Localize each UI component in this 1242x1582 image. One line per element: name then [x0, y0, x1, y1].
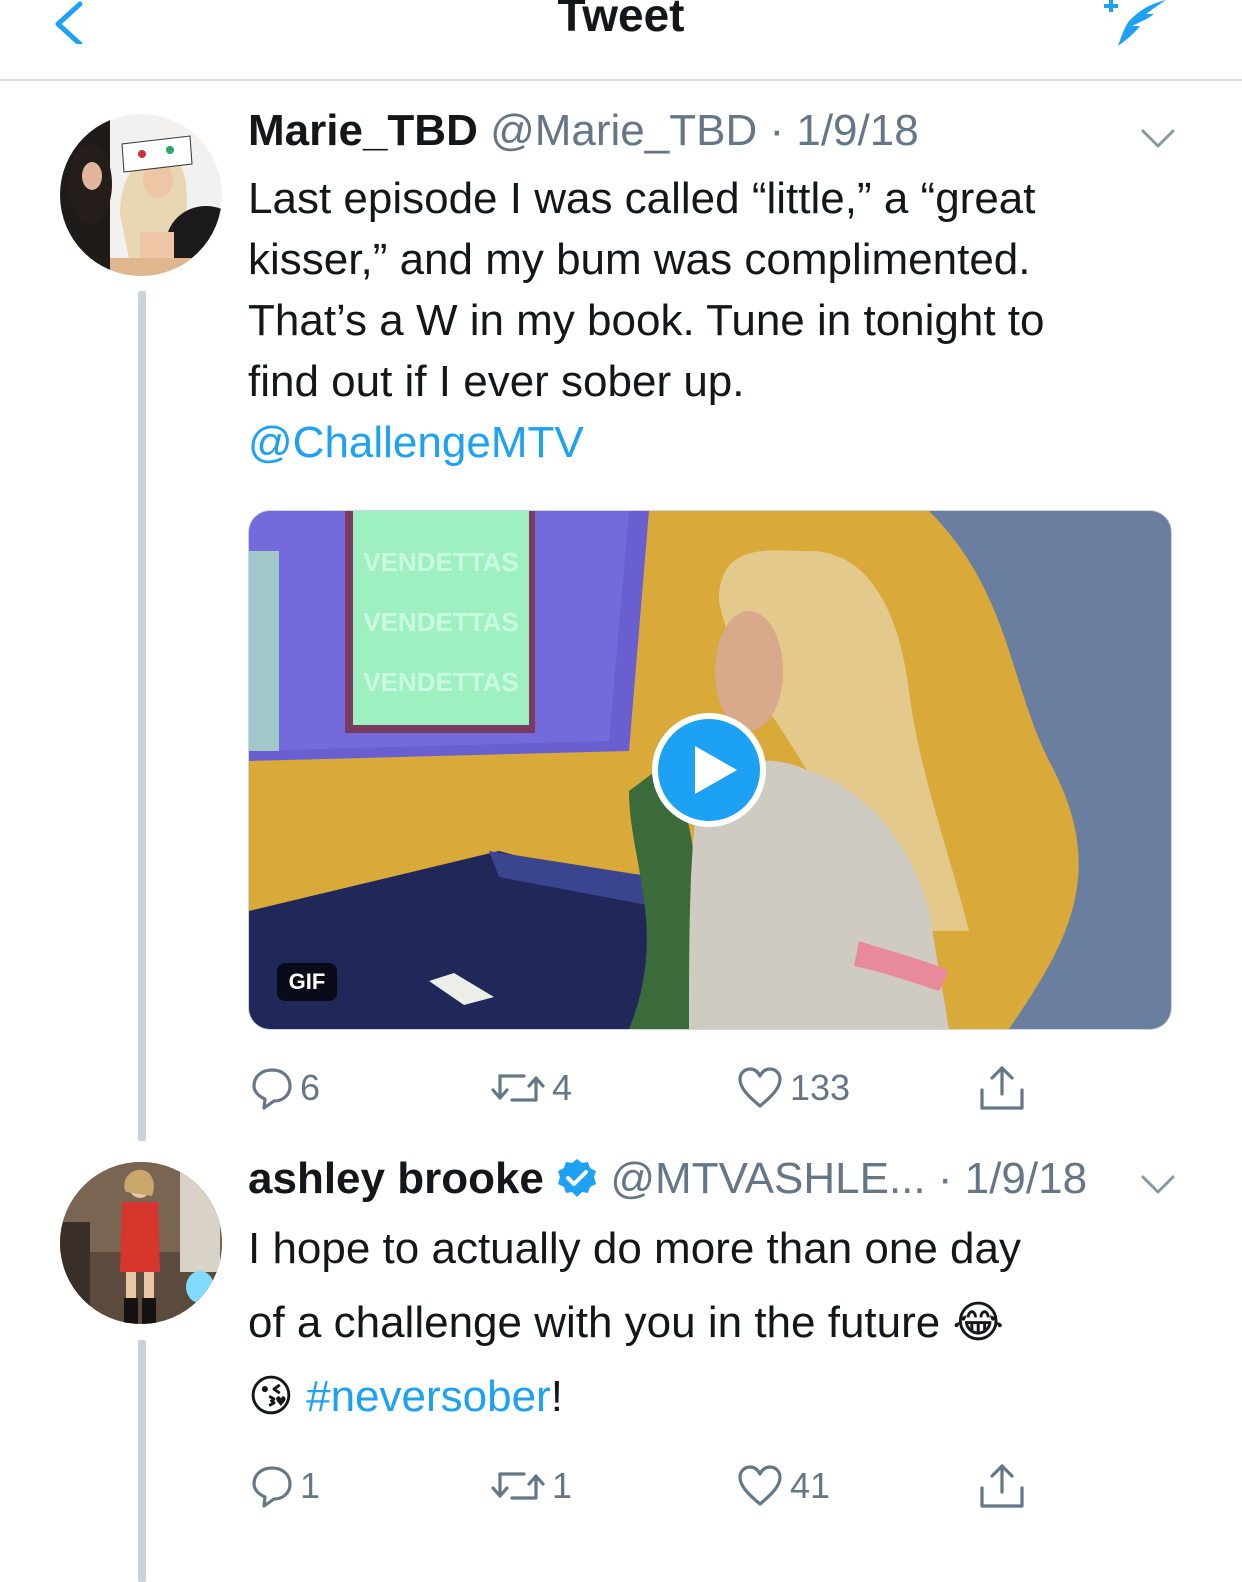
retweet-icon — [491, 1074, 545, 1102]
kiss-emoji: 😘 — [248, 1372, 294, 1421]
retweet-button[interactable]: 1 — [490, 1464, 572, 1508]
share-button[interactable] — [978, 1462, 1032, 1510]
like-button[interactable]: 41 — [736, 1464, 830, 1508]
heart-icon — [738, 1465, 782, 1506]
display-name[interactable]: Marie_TBD — [248, 106, 478, 155]
gif-media[interactable]: VENDETTAS VENDETTAS VENDETTAS GIF — [248, 510, 1172, 1030]
retweet-count: 1 — [552, 1465, 573, 1506]
tweet-text-line: of a challenge with you in the future 😂 — [248, 1286, 1021, 1360]
like-count: 133 — [790, 1067, 851, 1108]
user-handle[interactable]: @MTVASHLE... — [610, 1154, 925, 1203]
tweet-text-segment: of a challenge with you in the future — [248, 1298, 941, 1347]
mention-link[interactable]: @ChallengeMTV — [248, 412, 1045, 473]
reply-button[interactable]: 1 — [250, 1464, 320, 1508]
hashtag-link[interactable]: #neversober — [306, 1372, 551, 1421]
tweet-header: Marie_TBD @Marie_TBD · 1/9/18 — [248, 106, 919, 156]
tweet-text-line: I hope to actually do more than one day — [248, 1224, 1021, 1273]
reply-icon — [252, 1068, 292, 1110]
share-icon — [980, 1464, 1024, 1508]
laughing-emoji: 😂 — [952, 1298, 1004, 1347]
thread-connector-line — [138, 1340, 146, 1582]
tweet-text-line: 😘 #neversober! — [248, 1360, 1021, 1434]
reply-count: 1 — [300, 1465, 321, 1506]
sign-text: VENDETTAS — [363, 667, 519, 697]
tweet-header: ashley brooke @MTVASHLE... · 1/9/18 — [248, 1154, 1087, 1204]
page-title: Tweet — [557, 0, 685, 41]
avatar[interactable] — [60, 114, 222, 276]
share-button[interactable] — [978, 1064, 1032, 1112]
display-name[interactable]: ashley brooke — [248, 1154, 544, 1203]
sign-text: VENDETTAS — [363, 547, 519, 577]
reply-button[interactable]: 6 — [250, 1066, 320, 1110]
chevron-down-icon[interactable] — [1140, 1174, 1176, 1196]
tweet-date: 1/9/18 — [964, 1154, 1088, 1203]
chevron-down-icon[interactable] — [1140, 128, 1176, 150]
separator-dot: · — [925, 1154, 965, 1203]
reply-count: 6 — [300, 1067, 321, 1108]
verified-badge-icon — [558, 1159, 597, 1197]
sign-text: VENDETTAS — [363, 607, 519, 637]
gif-badge: GIF — [277, 963, 337, 1001]
compose-tweet-icon[interactable] — [1100, 0, 1170, 52]
separator-dot: · — [757, 106, 797, 155]
retweet-button[interactable]: 4 — [490, 1066, 572, 1110]
like-button[interactable]: 133 — [736, 1066, 850, 1110]
play-icon[interactable] — [651, 712, 767, 828]
thread-connector-line — [138, 291, 146, 1141]
avatar[interactable] — [60, 1162, 222, 1324]
retweet-count: 4 — [552, 1067, 573, 1108]
tweet-text: Last episode I was called “little,” a “g… — [248, 168, 1045, 473]
top-nav-bar: Tweet — [0, 0, 1242, 81]
user-handle[interactable]: @Marie_TBD — [490, 106, 757, 155]
share-icon — [980, 1066, 1024, 1110]
tweet-date: 1/9/18 — [796, 106, 919, 155]
retweet-icon — [491, 1472, 545, 1500]
heart-icon — [738, 1067, 782, 1108]
tweet-text-segment: ! — [550, 1372, 563, 1421]
reply-icon — [252, 1466, 292, 1508]
tweet-text-line: That’s a W in my book. Tune in tonight t… — [248, 296, 1045, 345]
tweet-text-line: find out if I ever sober up. — [248, 357, 745, 406]
tweet-text-line: kisser,” and my bum was complimented. — [248, 235, 1031, 284]
tweet-text-line: Last episode I was called “little,” a “g… — [248, 174, 1036, 223]
like-count: 41 — [790, 1465, 831, 1506]
tweet-text: I hope to actually do more than one day … — [248, 1212, 1021, 1434]
